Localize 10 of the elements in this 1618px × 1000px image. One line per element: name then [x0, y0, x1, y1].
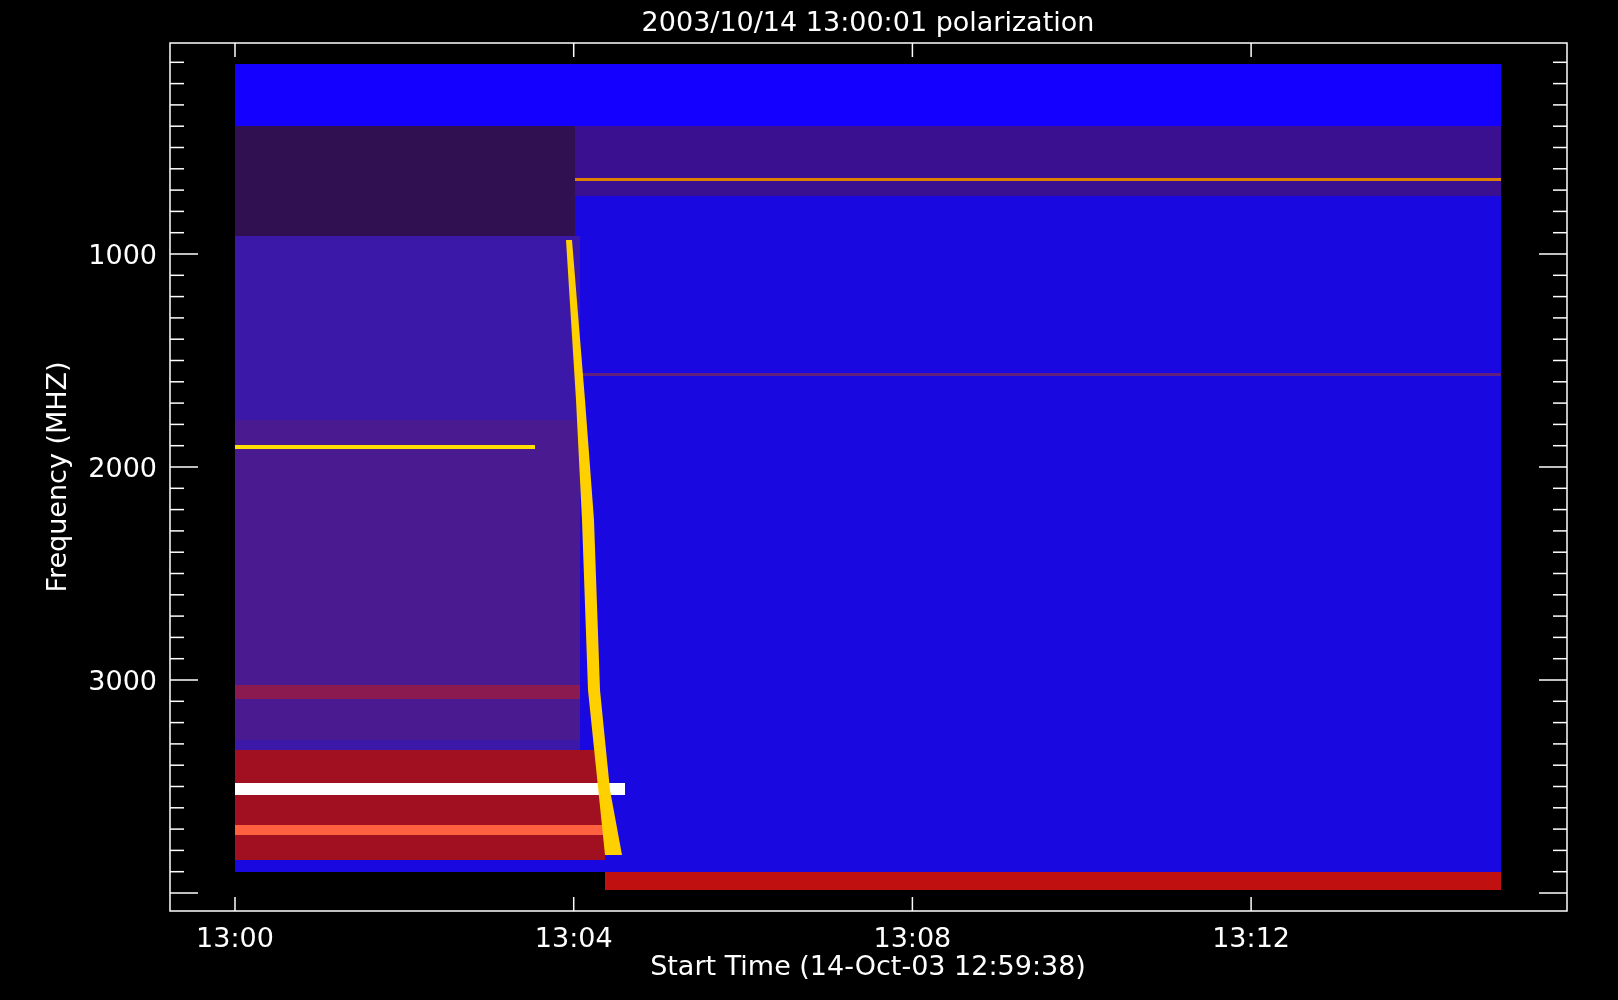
y-tick-label: 2000 — [88, 452, 157, 483]
x-tick-label: 13:08 — [873, 922, 952, 953]
chart-title: 2003/10/14 13:00:01 polarization — [641, 6, 1095, 37]
y-tick-label: 3000 — [88, 665, 157, 696]
x-tick-label: 13:12 — [1212, 922, 1290, 953]
y-axis-label: Frequency (MHZ) — [41, 361, 72, 593]
x-tick-label: 13:04 — [534, 922, 613, 953]
y-tick-label: 1000 — [88, 239, 157, 270]
x-tick-label: 13:00 — [196, 922, 274, 953]
x-axis-label: Start Time (14-Oct-03 12:59:38) — [650, 950, 1086, 981]
